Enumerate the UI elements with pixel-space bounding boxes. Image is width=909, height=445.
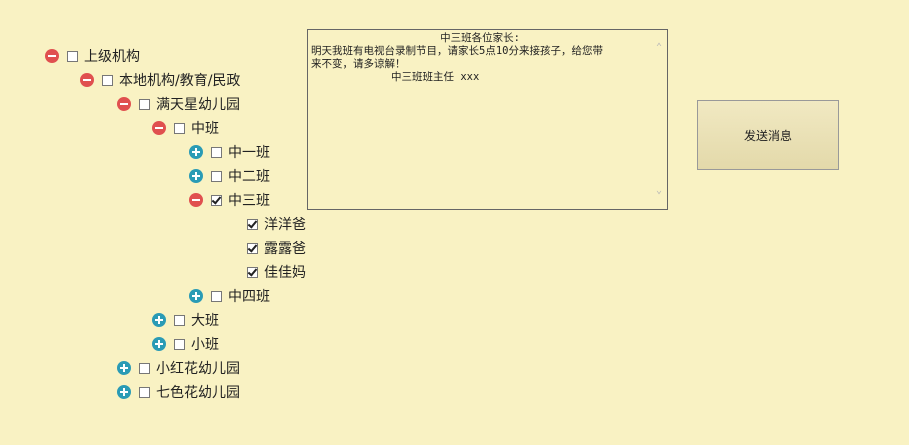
collapse-icon[interactable]	[152, 121, 166, 135]
tree-node-qisehua[interactable]: 七色花幼儿园	[117, 382, 240, 402]
checkbox-checked[interactable]	[247, 218, 258, 230]
checkbox-checked[interactable]	[247, 266, 258, 278]
checkbox[interactable]	[139, 362, 150, 374]
checkbox-checked[interactable]	[211, 194, 222, 206]
message-signature: 中三班班主任 xxx	[391, 71, 480, 83]
expand-icon[interactable]	[152, 337, 166, 351]
scroll-down-icon[interactable]: ⌄	[655, 186, 663, 196]
tree-node-zhong3[interactable]: 中三班	[189, 190, 270, 210]
tree-node-mantianxing[interactable]: 满天星幼儿园	[117, 94, 240, 114]
tree-node-label[interactable]: 本地机构/教育/民政	[119, 70, 240, 90]
tree-node-local[interactable]: 本地机构/教育/民政	[80, 70, 240, 90]
tree-node-label[interactable]: 中一班	[228, 142, 270, 162]
tree-node-label[interactable]: 佳佳妈	[264, 262, 306, 282]
tree-leaf-parent2[interactable]: 露露爸	[239, 238, 306, 258]
checkbox[interactable]	[211, 290, 222, 302]
tree-node-root[interactable]: 上级机构	[45, 46, 140, 66]
message-body-line: 来不变，请多谅解！	[311, 58, 406, 70]
tree-node-xiaohonghua[interactable]: 小红花幼儿园	[117, 358, 240, 378]
tree-node-label[interactable]: 露露爸	[264, 238, 306, 258]
checkbox[interactable]	[139, 386, 150, 398]
checkbox[interactable]	[174, 122, 185, 134]
org-tree: 上级机构 本地机构/教育/民政 满天星幼儿园 中班 中一班 中二班 中三班 洋洋…	[0, 0, 306, 445]
checkbox[interactable]	[174, 338, 185, 350]
collapse-icon[interactable]	[189, 193, 203, 207]
tree-node-label[interactable]: 中四班	[228, 286, 270, 306]
expand-icon[interactable]	[117, 361, 131, 375]
expand-icon[interactable]	[152, 313, 166, 327]
tree-node-label[interactable]: 小红花幼儿园	[156, 358, 240, 378]
checkbox[interactable]	[139, 98, 150, 110]
tree-node-label[interactable]: 上级机构	[84, 46, 140, 66]
expand-icon[interactable]	[189, 145, 203, 159]
send-message-button[interactable]: 发送消息	[697, 100, 839, 170]
tree-node-label[interactable]: 小班	[191, 334, 219, 354]
expand-icon[interactable]	[189, 169, 203, 183]
tree-leaf-parent3[interactable]: 佳佳妈	[239, 262, 306, 282]
checkbox[interactable]	[102, 74, 113, 86]
checkbox[interactable]	[174, 314, 185, 326]
tree-node-label[interactable]: 中班	[191, 118, 219, 138]
message-greeting: 中三班各位家长:	[440, 32, 520, 44]
tree-node-label[interactable]: 中二班	[228, 166, 270, 186]
tree-node-label[interactable]: 满天星幼儿园	[156, 94, 240, 114]
checkbox[interactable]	[211, 170, 222, 182]
tree-node-zhong4[interactable]: 中四班	[189, 286, 270, 306]
tree-leaf-parent1[interactable]: 洋洋爸	[239, 214, 306, 234]
checkbox[interactable]	[211, 146, 222, 158]
tree-node-label[interactable]: 中三班	[228, 190, 270, 210]
tree-node-zhong2[interactable]: 中二班	[189, 166, 270, 186]
tree-node-label[interactable]: 大班	[191, 310, 219, 330]
expand-icon[interactable]	[189, 289, 203, 303]
tree-node-xiaoban[interactable]: 小班	[152, 334, 219, 354]
message-body-line: 明天我班有电视台录制节目，请家长5点10分来接孩子，给您带	[311, 45, 603, 57]
tree-node-label[interactable]: 七色花幼儿园	[156, 382, 240, 402]
collapse-icon[interactable]	[45, 49, 59, 63]
checkbox-checked[interactable]	[247, 242, 258, 254]
scroll-up-icon[interactable]: ⌃	[655, 43, 663, 53]
collapse-icon[interactable]	[117, 97, 131, 111]
tree-node-label[interactable]: 洋洋爸	[264, 214, 306, 234]
collapse-icon[interactable]	[80, 73, 94, 87]
message-textarea[interactable]: 中三班各位家长: 明天我班有电视台录制节目，请家长5点10分来接孩子，给您带 来…	[307, 29, 668, 210]
checkbox[interactable]	[67, 50, 78, 62]
expand-icon[interactable]	[117, 385, 131, 399]
tree-node-zhong1[interactable]: 中一班	[189, 142, 270, 162]
tree-node-daban[interactable]: 大班	[152, 310, 219, 330]
tree-node-zhongban[interactable]: 中班	[152, 118, 219, 138]
